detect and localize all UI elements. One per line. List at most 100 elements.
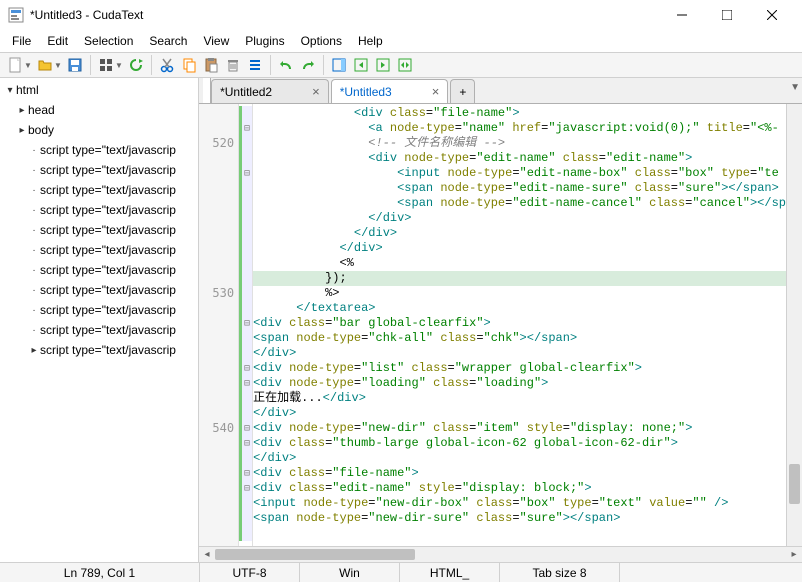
fold-collapse-icon[interactable]: ⊟ xyxy=(239,121,252,136)
menu-help[interactable]: Help xyxy=(350,32,391,50)
maximize-button[interactable] xyxy=(704,0,749,29)
refresh-icon[interactable] xyxy=(125,54,147,76)
fold-collapse-icon[interactable]: ⊟ xyxy=(239,166,252,181)
horizontal-scrollbar[interactable]: ◂ ▸ xyxy=(199,546,802,562)
code-line[interactable]: <span node-type="edit-name-sure" class="… xyxy=(253,181,786,196)
code-line[interactable]: <div node-type="loading" class="loading"… xyxy=(253,376,786,391)
menu-selection[interactable]: Selection xyxy=(76,32,141,50)
tab-untitled3[interactable]: *Untitled3× xyxy=(331,79,449,103)
tab-close-icon[interactable]: × xyxy=(312,84,320,99)
fold-collapse-icon[interactable]: ⊟ xyxy=(239,481,252,496)
code-line[interactable]: <!-- 文件名称编辑 --> xyxy=(253,136,786,151)
scrollbar-thumb[interactable] xyxy=(789,464,800,504)
minimize-button[interactable] xyxy=(659,0,704,29)
tree-item[interactable]: ▸body xyxy=(0,120,198,140)
tree-item[interactable]: ·script type="text/javascrip xyxy=(0,300,198,320)
code-line[interactable]: <div class="file-name"> xyxy=(253,466,786,481)
save-icon[interactable] xyxy=(64,54,86,76)
tree-item[interactable]: ·script type="text/javascrip xyxy=(0,320,198,340)
menu-view[interactable]: View xyxy=(195,32,237,50)
code-editor[interactable]: <div class="file-name"> <a node-type="na… xyxy=(253,104,786,546)
fold-collapse-icon[interactable]: ⊟ xyxy=(239,421,252,436)
grid-icon[interactable] xyxy=(95,54,117,76)
tree-item[interactable]: ·script type="text/javascrip xyxy=(0,140,198,160)
code-line[interactable]: <div class="edit-name" style="display: b… xyxy=(253,481,786,496)
tabbar-menu-icon[interactable]: ▼ xyxy=(790,82,800,93)
code-line[interactable]: <div node-type="edit-name" class="edit-n… xyxy=(253,151,786,166)
indent-left-icon[interactable] xyxy=(350,54,372,76)
close-button[interactable] xyxy=(749,0,794,29)
status-tabsize[interactable]: Tab size 8 xyxy=(500,563,620,582)
menu-search[interactable]: Search xyxy=(141,32,195,50)
select-all-icon[interactable] xyxy=(244,54,266,76)
tree-root[interactable]: ▾html xyxy=(0,80,198,100)
undo-icon[interactable] xyxy=(275,54,297,76)
code-line[interactable]: <span node-type="new-dir-sure" class="su… xyxy=(253,511,786,526)
status-encoding[interactable]: UTF-8 xyxy=(200,563,300,582)
code-line[interactable]: </div> xyxy=(253,211,786,226)
tree-item[interactable]: ▸head xyxy=(0,100,198,120)
tab-close-icon[interactable]: × xyxy=(432,84,440,99)
fold-collapse-icon[interactable]: ⊟ xyxy=(239,316,252,331)
code-line[interactable]: </div> xyxy=(253,241,786,256)
code-line[interactable]: <span node-type="chk-all" class="chk"></… xyxy=(253,331,786,346)
status-line-endings[interactable]: Win xyxy=(300,563,400,582)
menu-options[interactable]: Options xyxy=(293,32,350,50)
code-line[interactable]: <div node-type="list" class="wrapper glo… xyxy=(253,361,786,376)
code-line[interactable]: <input node-type="edit-name-box" class="… xyxy=(253,166,786,181)
scroll-left-icon[interactable]: ◂ xyxy=(199,549,215,560)
code-line[interactable]: </div> xyxy=(253,451,786,466)
code-line[interactable]: <div node-type="new-dir" class="item" st… xyxy=(253,421,786,436)
cut-icon[interactable] xyxy=(156,54,178,76)
code-line[interactable]: <a node-type="name" href="javascript:voi… xyxy=(253,121,786,136)
tree-item[interactable]: ·script type="text/javascrip xyxy=(0,180,198,200)
tree-item[interactable]: ▸script type="text/javascrip xyxy=(0,340,198,360)
tree-item[interactable]: ·script type="text/javascrip xyxy=(0,160,198,180)
indent-right-icon[interactable] xyxy=(372,54,394,76)
status-language[interactable]: HTML_ xyxy=(400,563,500,582)
line-gutter[interactable]: 520530540 xyxy=(199,104,239,546)
open-file-icon[interactable] xyxy=(34,54,56,76)
code-line[interactable]: }); xyxy=(253,271,786,286)
add-tab-button[interactable]: + xyxy=(450,79,475,103)
code-line[interactable]: 正在加载...</div> xyxy=(253,391,786,406)
tree-item[interactable]: ·script type="text/javascrip xyxy=(0,280,198,300)
fold-collapse-icon[interactable]: ⊟ xyxy=(239,466,252,481)
tree-item[interactable]: ·script type="text/javascrip xyxy=(0,260,198,280)
code-line[interactable]: <span node-type="edit-name-cancel" class… xyxy=(253,196,786,211)
menu-file[interactable]: File xyxy=(4,32,39,50)
tree-item[interactable]: ·script type="text/javascrip xyxy=(0,240,198,260)
menu-edit[interactable]: Edit xyxy=(39,32,76,50)
scroll-right-icon[interactable]: ▸ xyxy=(786,549,802,560)
code-tree[interactable]: ▾html ▸head▸body·script type="text/javas… xyxy=(0,78,198,362)
scrollbar-thumb[interactable] xyxy=(215,549,415,560)
code-line[interactable]: </div> xyxy=(253,346,786,361)
new-file-icon[interactable] xyxy=(4,54,26,76)
redo-icon[interactable] xyxy=(297,54,319,76)
code-line[interactable]: <div class="bar global-clearfix"> xyxy=(253,316,786,331)
code-line[interactable]: %> xyxy=(253,286,786,301)
code-line[interactable]: <input node-type="new-dir-box" class="bo… xyxy=(253,496,786,511)
code-line[interactable]: <% xyxy=(253,256,786,271)
code-line[interactable]: <div class="file-name"> xyxy=(253,106,786,121)
copy-icon[interactable] xyxy=(178,54,200,76)
vertical-scrollbar[interactable] xyxy=(786,104,802,546)
menu-plugins[interactable]: Plugins xyxy=(237,32,292,50)
tab-untitled2[interactable]: *Untitled2× xyxy=(211,79,329,103)
status-position[interactable]: Ln 789, Col 1 xyxy=(0,563,200,582)
fold-column[interactable]: ⊟⊟⊟⊟⊟⊟⊟⊟⊟ xyxy=(239,104,253,546)
fold-collapse-icon[interactable]: ⊟ xyxy=(239,376,252,391)
code-line[interactable] xyxy=(253,526,786,541)
paste-icon[interactable] xyxy=(200,54,222,76)
delete-icon[interactable] xyxy=(222,54,244,76)
code-line[interactable]: </textarea> xyxy=(253,301,786,316)
code-line[interactable]: </div> xyxy=(253,226,786,241)
tree-item[interactable]: ·script type="text/javascrip xyxy=(0,220,198,240)
tree-item[interactable]: ·script type="text/javascrip xyxy=(0,200,198,220)
fold-collapse-icon[interactable]: ⊟ xyxy=(239,361,252,376)
code-line[interactable]: </div> xyxy=(253,406,786,421)
swap-icon[interactable] xyxy=(394,54,416,76)
code-line[interactable]: <div class="thumb-large global-icon-62 g… xyxy=(253,436,786,451)
fold-collapse-icon[interactable]: ⊟ xyxy=(239,436,252,451)
minimap-icon[interactable] xyxy=(328,54,350,76)
